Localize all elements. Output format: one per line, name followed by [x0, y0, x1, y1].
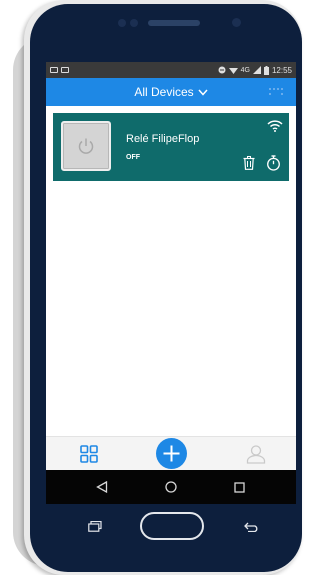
power-toggle-button[interactable] — [61, 121, 111, 171]
sensor-dot — [130, 19, 138, 27]
bottom-nav — [46, 436, 296, 470]
trash-icon[interactable] — [243, 156, 255, 170]
more-dots-icon[interactable] — [268, 87, 286, 100]
wifi-icon — [267, 120, 283, 132]
device-card[interactable]: Relé FilipeFlop OFF — [53, 113, 289, 181]
hardware-back-key[interactable] — [242, 520, 258, 532]
front-camera — [232, 18, 241, 27]
recents-icon[interactable] — [230, 478, 248, 496]
network-label: 4G — [240, 66, 250, 74]
screen: 4G 12:55 All Devices Relé FilipeFlop OFF — [46, 62, 296, 504]
power-icon — [78, 138, 94, 154]
sensor-dot — [118, 19, 126, 27]
battery-icon — [263, 65, 269, 75]
home-icon[interactable] — [162, 478, 180, 496]
grid-icon[interactable] — [80, 445, 98, 463]
hardware-recents-key[interactable] — [87, 520, 103, 532]
device-name: Relé FilipeFlop — [126, 133, 200, 145]
earpiece-speaker — [148, 20, 200, 26]
device-state: OFF — [126, 154, 140, 161]
timer-icon[interactable] — [266, 155, 281, 171]
mail-notification-icon — [61, 67, 69, 73]
wifi-status-icon — [228, 67, 238, 74]
add-icon[interactable] — [156, 438, 187, 469]
status-bar: 4G 12:55 — [46, 62, 296, 78]
chevron-down-icon — [198, 89, 208, 96]
hardware-home-button[interactable] — [140, 512, 204, 540]
image-notification-icon — [50, 67, 58, 73]
device-filter-dropdown[interactable]: All Devices — [134, 85, 208, 99]
back-icon[interactable] — [93, 478, 111, 496]
do-not-disturb-icon — [218, 66, 226, 74]
status-time: 12:55 — [271, 65, 292, 75]
signal-icon — [252, 66, 261, 74]
app-bar: All Devices — [46, 78, 296, 106]
phone-mockup: 4G 12:55 All Devices Relé FilipeFlop OFF — [0, 0, 302, 575]
user-icon[interactable] — [246, 444, 266, 464]
system-softkeys — [46, 470, 296, 504]
app-bar-title: All Devices — [134, 85, 194, 99]
